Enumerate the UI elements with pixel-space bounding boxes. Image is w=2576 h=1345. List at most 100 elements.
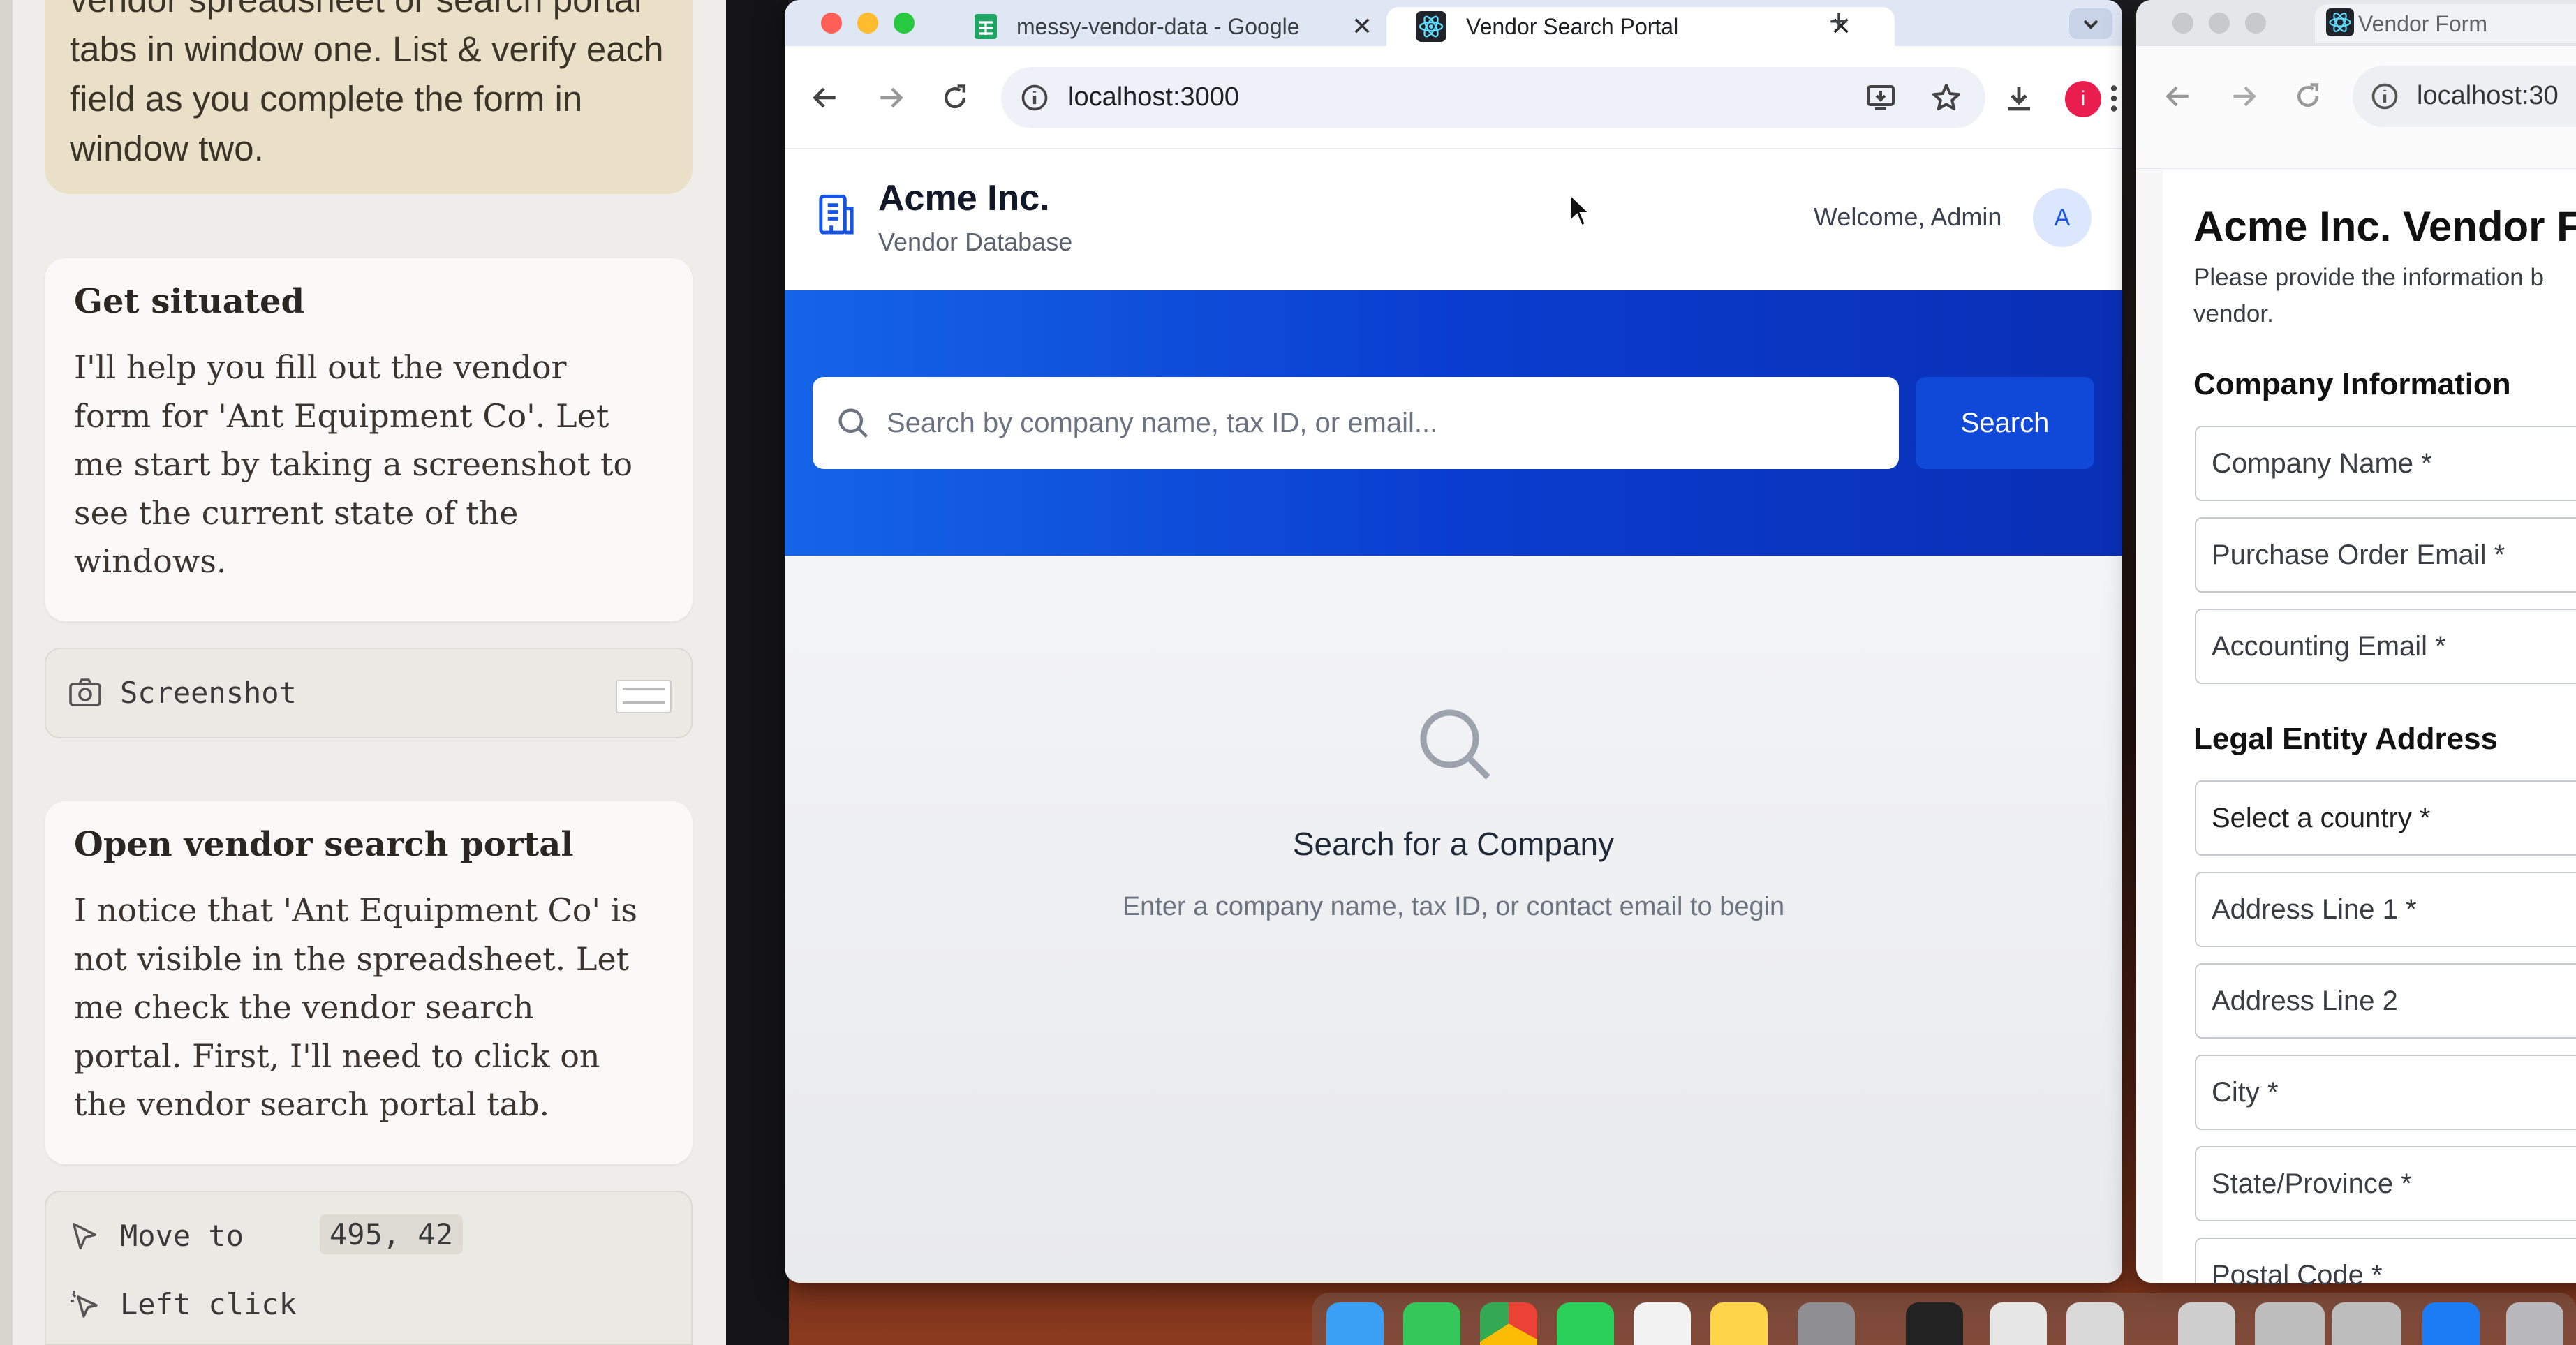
url-text[interactable]: localhost:30 (2417, 81, 2559, 111)
dock-terminal-icon[interactable] (1906, 1302, 1963, 1345)
mouse-pointer-icon (1569, 193, 1592, 228)
url-text[interactable]: localhost:3000 (1068, 82, 1239, 112)
building-icon (819, 194, 854, 235)
dock-finder-icon[interactable] (1326, 1302, 1384, 1345)
welcome-text: Welcome, Admin (1814, 202, 2002, 231)
accounting-email-field[interactable]: Accounting Email * (2195, 609, 2576, 684)
app-header: Acme Inc. Vendor Database Welcome, Admin… (785, 149, 2122, 290)
search-hero: Search by company name, tax ID, or email… (785, 290, 2122, 556)
tab-vendor-search-portal[interactable]: Vendor Search Portal ✕ (1386, 7, 1895, 46)
step-body: I notice that 'Ant Equipment Co' is not … (74, 891, 638, 1123)
more-menu-icon[interactable] (2107, 81, 2121, 116)
user-avatar[interactable]: A (2033, 188, 2092, 247)
dock-window-thumbnail[interactable] (2332, 1302, 2401, 1345)
brand-name: Acme Inc. (878, 178, 1050, 218)
screenshot-action[interactable]: Screenshot (45, 648, 693, 738)
step-card-get-situated: Get situated I'll help you fill out the … (45, 258, 693, 621)
close-window-button[interactable] (2172, 13, 2193, 34)
address-line-1-field[interactable]: Address Line 1 * (2195, 872, 2576, 947)
dock-settings-icon[interactable] (1798, 1302, 1855, 1345)
forward-icon[interactable] (2228, 81, 2259, 112)
dock-reminders-icon[interactable] (1634, 1302, 1691, 1345)
search-icon (838, 408, 868, 438)
city-field[interactable]: City * (2195, 1055, 2576, 1130)
download-icon[interactable] (2002, 81, 2036, 114)
desktop-gap (726, 0, 789, 1345)
site-info-icon[interactable] (2369, 81, 2400, 112)
minimize-window-button[interactable] (857, 13, 878, 34)
back-icon[interactable] (2163, 81, 2193, 112)
tab-strip-form: Vendor Form (2136, 0, 2576, 46)
dock-messages-icon[interactable] (1403, 1302, 1460, 1345)
address-bar[interactable]: localhost:3000 (1001, 67, 1985, 128)
chevron-down-icon (2083, 20, 2098, 29)
form-description: Please provide the information b vendor. (2193, 264, 2544, 327)
back-icon[interactable] (810, 82, 841, 113)
dock-trash-icon[interactable] (2506, 1302, 2563, 1345)
tab-title: Vendor Search Portal (1466, 13, 1679, 39)
action-move-coords: 495, 42 (320, 1214, 464, 1254)
address-bar[interactable]: localhost:30 (2353, 66, 2576, 127)
search-input[interactable]: Search by company name, tax ID, or email… (813, 377, 1899, 469)
empty-state-title: Search for a Company (1292, 826, 1615, 862)
close-window-button[interactable] (821, 13, 842, 34)
dock-textedit-icon[interactable] (2066, 1302, 2124, 1345)
dock-notes-icon[interactable] (1710, 1302, 1768, 1345)
step-card-open-portal: Open vendor search portal I notice that … (45, 801, 693, 1164)
tab-search-button[interactable] (2069, 8, 2112, 39)
browser-toolbar: localhost:3000 i (785, 46, 2122, 149)
panel-edge (0, 0, 13, 1345)
step-title: Get situated (74, 282, 305, 321)
profile-avatar[interactable]: i (2065, 81, 2101, 117)
dock-window-thumbnail[interactable] (2255, 1302, 2325, 1345)
action-click-label: Left click (120, 1287, 297, 1321)
instruction-card: vendor spreadsheet or search portal tabs… (45, 0, 693, 194)
step-title: Open vendor search portal (74, 825, 574, 864)
dock-chrome-icon[interactable] (1480, 1302, 1537, 1345)
address-line-2-field[interactable]: Address Line 2 (2195, 963, 2576, 1039)
assistant-panel: vendor spreadsheet or search portal tabs… (0, 0, 726, 1345)
cursor-icon (72, 1223, 97, 1249)
dock-file-icon[interactable] (2178, 1302, 2235, 1345)
section-address-heading: Legal Entity Address (2193, 722, 2499, 756)
step-body: I'll help you fill out the vendor form f… (74, 348, 633, 580)
sheets-icon (975, 14, 997, 39)
close-tab-icon[interactable]: ✕ (1352, 12, 1372, 41)
dock-document-icon[interactable] (1990, 1302, 2047, 1345)
purchase-order-email-field[interactable]: Purchase Order Email * (2195, 517, 2576, 593)
camera-icon (69, 678, 101, 706)
minimize-window-button[interactable] (2209, 13, 2230, 34)
dock-facetime-icon[interactable] (1557, 1302, 1614, 1345)
magnifier-icon (1420, 709, 1490, 780)
empty-state-subtitle: Enter a company name, tax ID, or contact… (1122, 892, 1785, 921)
react-icon (2326, 8, 2354, 36)
new-tab-button[interactable]: + (1829, 3, 1849, 41)
instruction-text: vendor spreadsheet or search portal tabs… (70, 0, 664, 168)
click-icon (71, 1291, 98, 1318)
screenshot-thumbnail[interactable] (616, 680, 672, 713)
search-button[interactable]: Search (1916, 377, 2094, 469)
results-area: Search for a Company Enter a company nam… (785, 556, 2122, 1283)
postal-code-field[interactable]: Postal Code * (2195, 1238, 2576, 1291)
company-name-field[interactable]: Company Name * (2195, 426, 2576, 501)
zoom-window-button[interactable] (894, 13, 915, 34)
tab-strip: messy-vendor-data - Google ✕ Vendor Sear… (785, 0, 2122, 46)
reload-icon[interactable] (940, 82, 970, 113)
action-move-label: Move to (120, 1219, 244, 1253)
browser-window-main: messy-vendor-data - Google ✕ Vendor Sear… (785, 0, 2122, 1283)
reload-icon[interactable] (2293, 81, 2323, 112)
tab-spreadsheet[interactable]: messy-vendor-data - Google ✕ (954, 7, 1456, 46)
state-province-field[interactable]: State/Province * (2195, 1146, 2576, 1221)
section-company-heading: Company Information (2193, 367, 2511, 401)
site-info-icon[interactable] (1019, 82, 1050, 113)
browser-toolbar-form: localhost:30 (2136, 46, 2576, 169)
action-list: Move to 495, 42 Left click (45, 1191, 693, 1345)
bookmark-star-icon[interactable] (1930, 81, 1963, 114)
country-select[interactable]: Select a country * (2195, 780, 2576, 856)
tab-vendor-form[interactable]: Vendor Form (2315, 4, 2576, 43)
forward-icon[interactable] (875, 82, 906, 113)
zoom-window-button[interactable] (2245, 13, 2266, 34)
install-app-icon[interactable] (1864, 81, 1897, 114)
tab-title: Vendor Form (2358, 10, 2487, 36)
dock-app-store-icon[interactable] (2422, 1302, 2480, 1345)
